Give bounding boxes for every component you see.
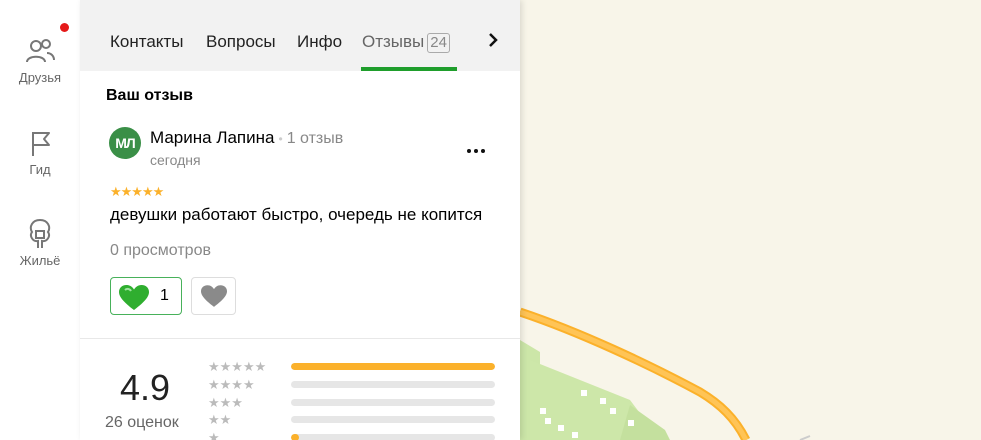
notification-dot xyxy=(60,23,69,32)
review-author: Марина Лапина • 1 отзыв xyxy=(150,128,343,148)
active-tab-indicator xyxy=(361,67,457,71)
tab-contacts[interactable]: Контакты xyxy=(110,32,183,52)
review-date: сегодня xyxy=(150,152,201,168)
ratings-count: 26 оценок xyxy=(105,414,179,431)
nav-item-housing-label: Жильё xyxy=(19,253,61,268)
tab-reviews[interactable]: Отзывы 24 xyxy=(362,32,450,53)
tab-info[interactable]: Инфо xyxy=(297,32,342,52)
nav-item-friends-label: Друзья xyxy=(18,70,62,85)
distribution-bar xyxy=(291,399,495,406)
review-views: 0 просмотров xyxy=(110,242,211,259)
distribution-stars: ★★ xyxy=(208,412,232,427)
flag-icon xyxy=(0,128,80,158)
distribution-stars: ★★★★ xyxy=(208,377,255,392)
dislike-button[interactable] xyxy=(191,277,236,315)
friends-icon xyxy=(0,38,80,66)
divider xyxy=(80,338,520,339)
distribution-bar xyxy=(291,381,495,388)
tab-reviews-label: Отзывы xyxy=(362,32,425,51)
map-area[interactable] xyxy=(520,0,981,440)
avatar[interactable]: МЛ xyxy=(109,127,141,159)
distribution-stars: ★★★★★ xyxy=(208,359,267,374)
nav-item-guide-label: Гид xyxy=(29,162,51,177)
tab-questions[interactable]: Вопросы xyxy=(206,32,276,52)
distribution-bar-fill xyxy=(291,363,495,370)
average-rating: 4.9 xyxy=(120,367,171,408)
reviews-count-badge: 24 xyxy=(427,33,450,53)
distribution-bar xyxy=(291,363,495,370)
like-count: 1 xyxy=(160,287,169,304)
distribution-bar xyxy=(291,416,495,423)
nav-item-housing[interactable]: Жильё xyxy=(0,217,80,268)
review-text: девушки работают быстро, очередь не копи… xyxy=(110,205,483,224)
distribution-bar xyxy=(291,434,495,440)
left-navigation: Друзья Гид Жильё xyxy=(0,0,81,440)
house-icon xyxy=(0,217,80,249)
separator-dot: • xyxy=(278,132,283,146)
chevron-right-icon[interactable] xyxy=(486,32,500,53)
distribution-stars: ★ xyxy=(208,430,220,440)
author-name[interactable]: Марина Лапина xyxy=(150,128,274,147)
nav-item-friends[interactable]: Друзья xyxy=(0,38,80,85)
distribution-bar-fill xyxy=(291,434,300,440)
more-options-icon[interactable] xyxy=(466,141,486,159)
distribution-stars: ★★★ xyxy=(208,395,243,410)
tab-bar: Контакты Вопросы Инфо Отзывы 24 xyxy=(80,0,520,71)
place-panel: Контакты Вопросы Инфо Отзывы 24 Ваш отзыв… xyxy=(80,0,520,440)
like-button[interactable]: 1 xyxy=(110,277,182,315)
map-canvas xyxy=(520,0,981,440)
review-rating-stars: ★★★★★ xyxy=(110,184,164,199)
section-title: Ваш отзыв xyxy=(106,87,193,104)
author-review-count: 1 отзыв xyxy=(286,130,344,147)
nav-item-guide[interactable]: Гид xyxy=(0,128,80,177)
